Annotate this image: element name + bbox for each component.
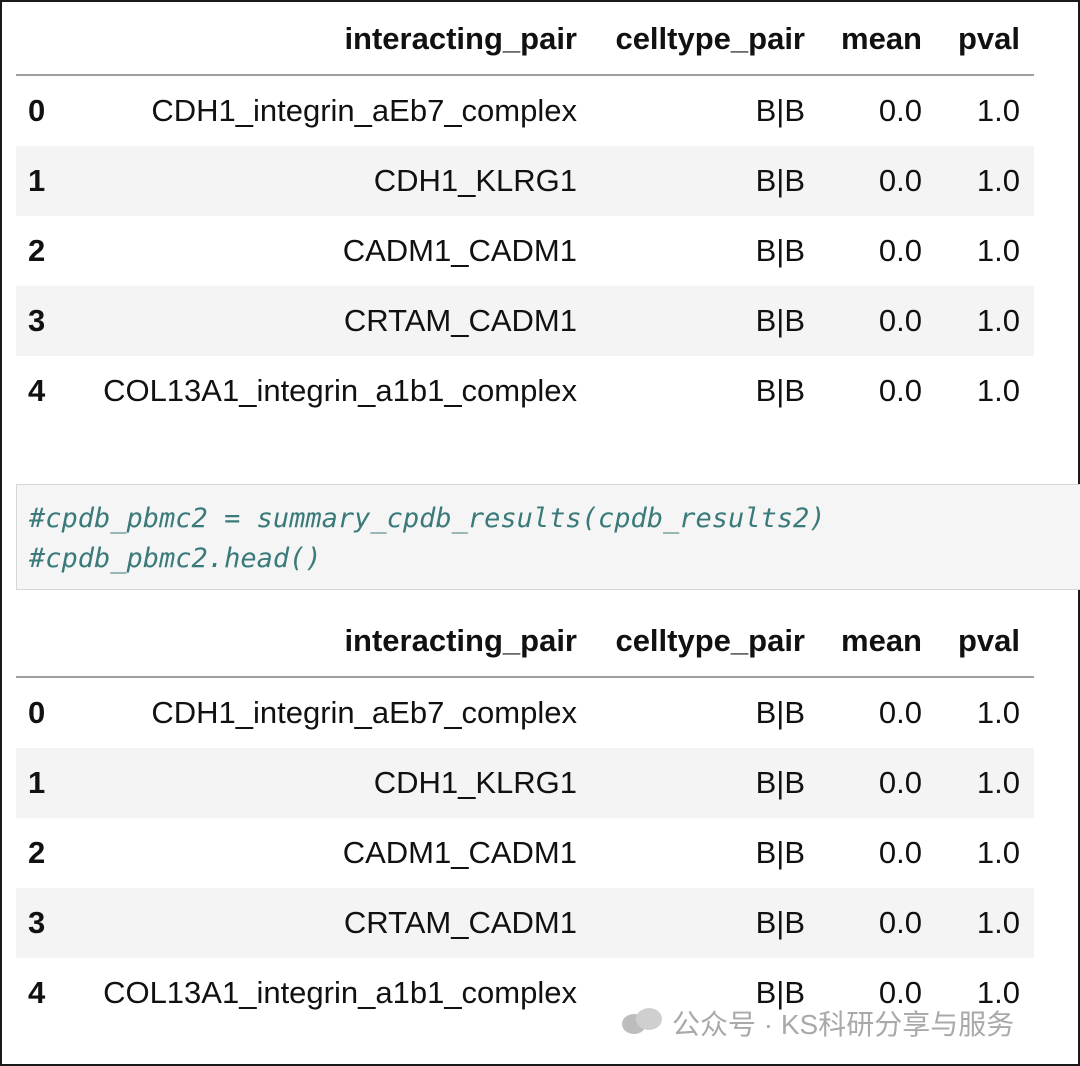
row-index: 2 [28,233,46,268]
row-index: 0 [28,93,46,128]
cell-mean: 0.0 [878,163,922,198]
cell-interacting-pair: CRTAM_CADM1 [343,905,577,940]
cell-mean: 0.0 [878,905,922,940]
table-row: 1 CDH1_KLRG1 B|B 0.0 1.0 [16,748,1034,818]
cell-mean: 0.0 [878,835,922,870]
cell-interacting-pair: CDH1_KLRG1 [373,765,577,800]
cell-interacting-pair: CRTAM_CADM1 [343,303,577,338]
cell-pval: 1.0 [976,373,1020,408]
column-header-interacting-pair: interacting_pair [74,4,591,76]
cell-interacting-pair: COL13A1_integrin_a1b1_complex [103,975,577,1010]
code-cell[interactable]: #cpdb_pbmc2 = summary_cpdb_results(cpdb_… [16,484,1080,590]
cell-celltype-pair: B|B [755,163,805,198]
cell-celltype-pair: B|B [755,905,805,940]
cell-mean: 0.0 [878,233,922,268]
table-row: 0 CDH1_integrin_aEb7_complex B|B 0.0 1.0 [16,677,1034,748]
column-header-mean: mean [819,4,936,76]
row-index: 3 [28,905,46,940]
cell-pval: 1.0 [976,905,1020,940]
cell-celltype-pair: B|B [755,835,805,870]
cell-pval: 1.0 [976,163,1020,198]
column-header-interacting-pair: interacting_pair [74,606,591,678]
row-index: 4 [28,975,46,1010]
table-row: 2 CADM1_CADM1 B|B 0.0 1.0 [16,216,1034,286]
table-row: 4 COL13A1_integrin_a1b1_complex B|B 0.0 … [16,356,1034,426]
cell-interacting-pair: CDH1_KLRG1 [373,163,577,198]
table-row: 3 CRTAM_CADM1 B|B 0.0 1.0 [16,888,1034,958]
row-index: 1 [28,765,46,800]
cell-interacting-pair: CADM1_CADM1 [342,233,577,268]
cell-interacting-pair: COL13A1_integrin_a1b1_complex [103,373,577,408]
dataframe-output-1: interacting_pair celltype_pair mean pval… [16,4,1034,426]
cell-interacting-pair: CDH1_integrin_aEb7_complex [151,93,577,128]
watermark-text: 公众号 · KS科研分享与服务 [672,1009,1015,1040]
cell-pval: 1.0 [976,765,1020,800]
column-header-pval: pval [936,606,1034,678]
dataframe-output-2: interacting_pair celltype_pair mean pval… [16,606,1034,1028]
cell-mean: 0.0 [878,373,922,408]
row-index: 0 [28,695,46,730]
cell-pval: 1.0 [976,835,1020,870]
row-index: 2 [28,835,46,870]
index-header [16,4,74,76]
cell-pval: 1.0 [976,93,1020,128]
column-header-celltype-pair: celltype_pair [591,4,819,76]
code-line: #cpdb_pbmc2 = summary_cpdb_results(cpdb_… [29,503,826,534]
cell-pval: 1.0 [976,303,1020,338]
table-header-row: interacting_pair celltype_pair mean pval [16,4,1034,76]
column-header-celltype-pair: celltype_pair [591,606,819,678]
index-header [16,606,74,678]
cell-pval: 1.0 [976,233,1020,268]
row-index: 1 [28,163,46,198]
code-line: #cpdb_pbmc2.head() [29,543,322,574]
table-row: 2 CADM1_CADM1 B|B 0.0 1.0 [16,818,1034,888]
cell-interacting-pair: CDH1_integrin_aEb7_complex [151,695,577,730]
column-header-mean: mean [819,606,936,678]
cell-celltype-pair: B|B [755,93,805,128]
cell-mean: 0.0 [878,93,922,128]
cell-interacting-pair: CADM1_CADM1 [342,835,577,870]
row-index: 3 [28,303,46,338]
table-row: 1 CDH1_KLRG1 B|B 0.0 1.0 [16,146,1034,216]
row-index: 4 [28,373,46,408]
cell-celltype-pair: B|B [755,373,805,408]
table-row: 0 CDH1_integrin_aEb7_complex B|B 0.0 1.0 [16,75,1034,146]
table-row: 3 CRTAM_CADM1 B|B 0.0 1.0 [16,286,1034,356]
cell-mean: 0.0 [878,695,922,730]
table-header-row: interacting_pair celltype_pair mean pval [16,606,1034,678]
cell-mean: 0.0 [878,765,922,800]
cell-pval: 1.0 [976,695,1020,730]
cell-mean: 0.0 [878,303,922,338]
column-header-pval: pval [936,4,1034,76]
cell-celltype-pair: B|B [755,233,805,268]
watermark: 公众号 · KS科研分享与服务 [622,1002,1014,1044]
cell-celltype-pair: B|B [755,303,805,338]
cell-celltype-pair: B|B [755,695,805,730]
cell-celltype-pair: B|B [755,765,805,800]
wechat-icon [622,1008,662,1038]
